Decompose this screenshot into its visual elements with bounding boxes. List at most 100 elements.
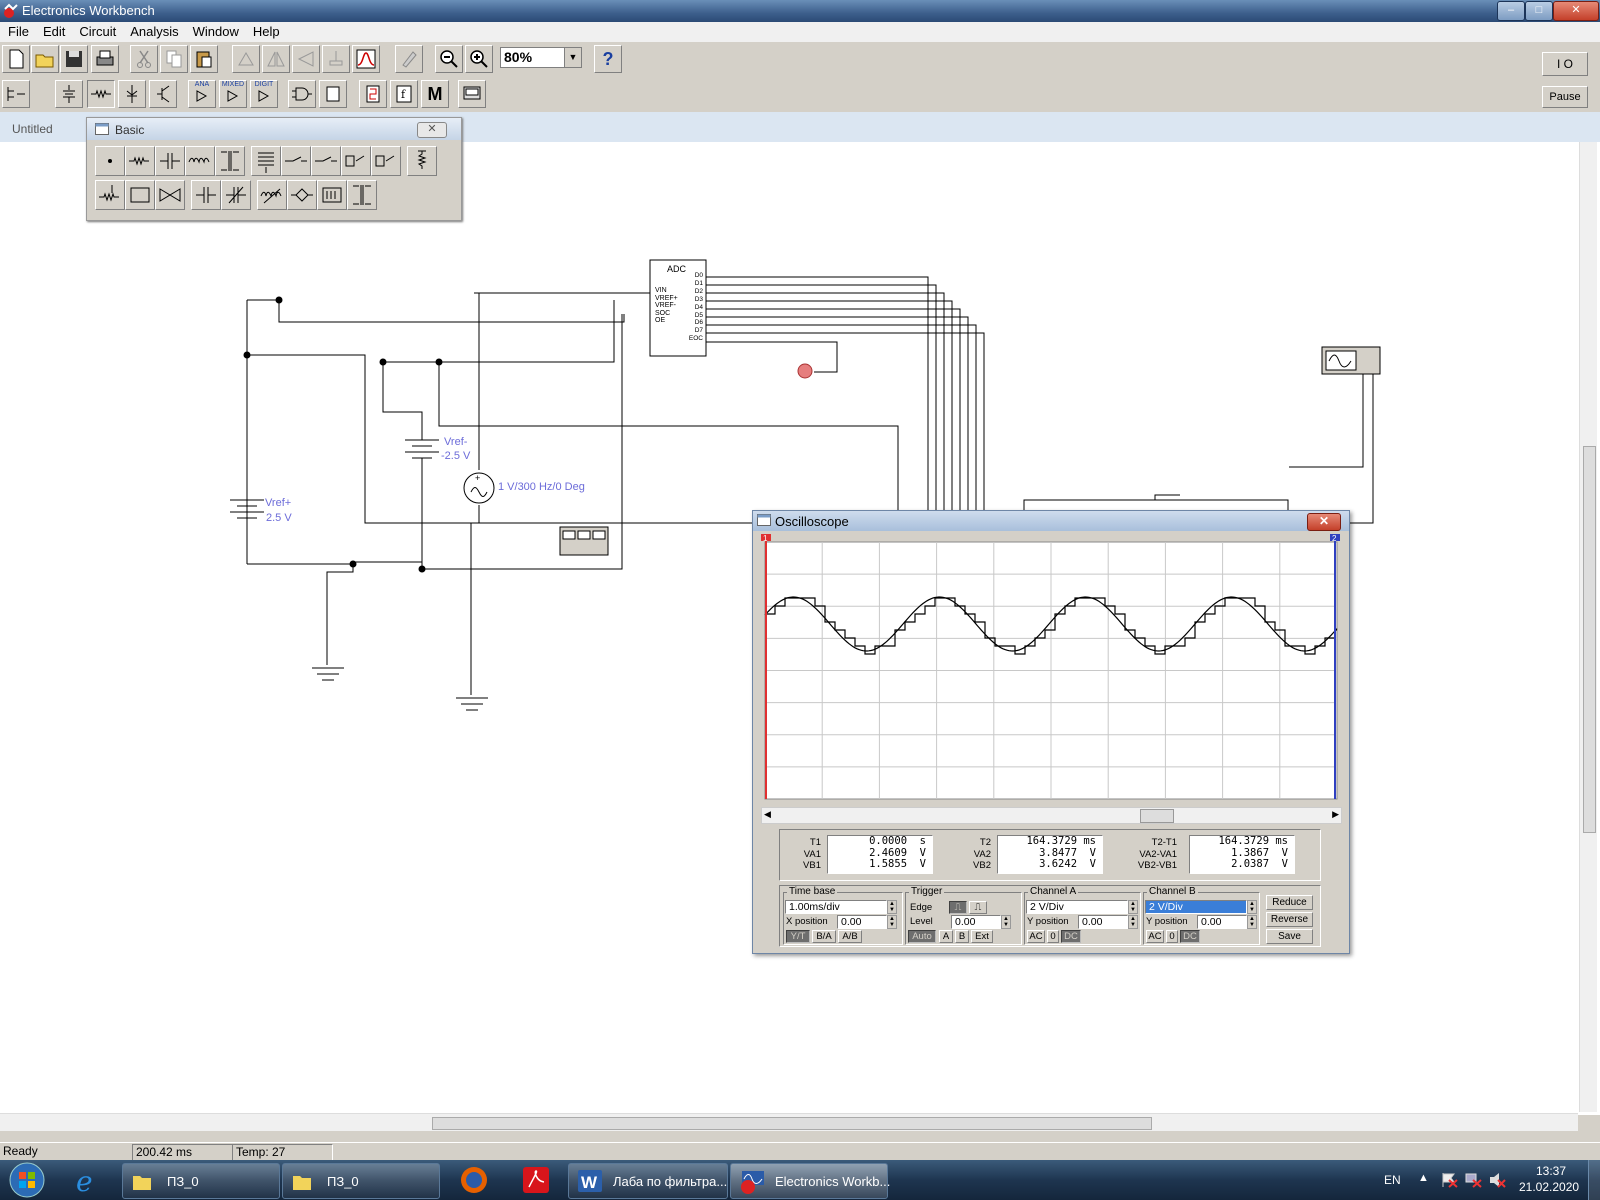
part-crystal[interactable]: [287, 180, 317, 210]
part-polarized-capacitor[interactable]: [191, 180, 221, 210]
workspace-vertical-scrollbar[interactable]: [1579, 142, 1597, 1112]
menu-help[interactable]: Help: [245, 22, 286, 39]
component-properties-button[interactable]: [322, 45, 350, 73]
copy-button[interactable]: [160, 45, 188, 73]
xposition-field[interactable]: 0.00: [837, 915, 887, 929]
minimize-button[interactable]: –: [1497, 1, 1525, 21]
part-inductor[interactable]: [185, 146, 215, 176]
mixed-ics-bin-button[interactable]: MIXED: [219, 80, 247, 108]
digital-ics-bin-button[interactable]: DIGIT: [250, 80, 278, 108]
palette-title-bar[interactable]: Basic ✕: [87, 118, 461, 140]
start-button[interactable]: [4, 1161, 50, 1199]
indicators-bin-button[interactable]: [359, 80, 387, 108]
channel-a-ypos-field[interactable]: 0.00: [1078, 915, 1128, 929]
transistors-bin-button[interactable]: [149, 80, 177, 108]
basic-bin-button[interactable]: [87, 80, 115, 108]
part-capacitor[interactable]: [155, 146, 185, 176]
flip-vertical-button[interactable]: [292, 45, 320, 73]
channel-b-ac-button[interactable]: AC: [1146, 930, 1164, 943]
xposition-spinner[interactable]: ▲ ▼: [887, 915, 897, 929]
channel-b-zero-button[interactable]: 0: [1166, 930, 1178, 943]
language-indicator[interactable]: EN: [1384, 1173, 1401, 1187]
sources-bin-button[interactable]: [55, 80, 83, 108]
channel-b-dc-button[interactable]: DC: [1180, 930, 1200, 943]
part-dc-motor[interactable]: [317, 180, 347, 210]
edge-rising-button[interactable]: ⎍: [949, 901, 967, 914]
mode-ab-button[interactable]: A/B: [838, 930, 862, 943]
part-switch[interactable]: [281, 146, 311, 176]
pause-button[interactable]: Pause: [1542, 86, 1588, 108]
level-field[interactable]: 0.00: [951, 915, 1001, 929]
level-spinner[interactable]: ▲ ▼: [1001, 915, 1011, 929]
cut-button[interactable]: [130, 45, 158, 73]
instruments-bin-button[interactable]: [458, 80, 486, 108]
menu-window[interactable]: Window: [185, 22, 245, 39]
menu-file[interactable]: File: [0, 22, 35, 39]
analog-ics-bin-button[interactable]: ANA: [188, 80, 216, 108]
channel-b-scale-spinner[interactable]: ▲ ▼: [1247, 900, 1257, 914]
miscellaneous-bin-button[interactable]: M: [421, 80, 449, 108]
digital-bin-button[interactable]: [319, 80, 347, 108]
oscilloscope-scrollbar[interactable]: ◀ ▶: [761, 807, 1342, 824]
horizontal-scroll-thumb[interactable]: [432, 1117, 1152, 1130]
reduce-button[interactable]: Reduce: [1266, 895, 1313, 910]
volume-muted-icon[interactable]: [1488, 1172, 1506, 1188]
document-tab[interactable]: Untitled: [12, 122, 53, 136]
zoom-select[interactable]: 80% ▼: [500, 47, 582, 68]
part-resistor[interactable]: [125, 146, 155, 176]
part-resistor-pack[interactable]: [125, 180, 155, 210]
part-nonlinear-transformer[interactable]: [347, 180, 377, 210]
open-button[interactable]: [31, 45, 59, 73]
clock-time[interactable]: 13:37: [1536, 1164, 1566, 1178]
action-center-flag-icon[interactable]: [1440, 1172, 1458, 1188]
firefox-icon[interactable]: [458, 1164, 490, 1196]
menu-circuit[interactable]: Circuit: [71, 22, 122, 39]
vertical-scroll-thumb[interactable]: [1583, 446, 1596, 833]
part-relay[interactable]: [251, 146, 281, 176]
save-button[interactable]: [60, 45, 88, 73]
timebase-spinner[interactable]: ▲ ▼: [887, 900, 897, 914]
power-switch[interactable]: I O: [1542, 52, 1588, 76]
favorites-bin-button[interactable]: [2, 80, 30, 108]
trigger-a-button[interactable]: A: [939, 930, 953, 943]
part-voltage-controlled-switch[interactable]: [155, 180, 185, 210]
oscilloscope-close-button[interactable]: ✕: [1307, 513, 1341, 531]
part-voltage-switch[interactable]: [341, 146, 371, 176]
oscilloscope-title-bar[interactable]: Oscilloscope ✕: [753, 511, 1349, 531]
rotate-button[interactable]: [232, 45, 260, 73]
taskbar-item-folder-2[interactable]: ПЗ_0: [282, 1163, 440, 1199]
close-button[interactable]: ✕: [1553, 1, 1599, 21]
workspace-horizontal-scrollbar[interactable]: [0, 1113, 1578, 1131]
display-graphs-button[interactable]: [352, 45, 380, 73]
edge-falling-button[interactable]: ⎍: [969, 901, 987, 914]
new-button[interactable]: [2, 45, 30, 73]
maximize-button[interactable]: □: [1525, 1, 1553, 21]
zoom-out-button[interactable]: [435, 45, 463, 73]
reverse-button[interactable]: Reverse: [1266, 912, 1313, 927]
part-pull-up-resistor[interactable]: [407, 146, 437, 176]
channel-a-scale-field[interactable]: 2 V/Div: [1026, 900, 1128, 914]
taskbar-item-folder-1[interactable]: ПЗ_0: [122, 1163, 280, 1199]
tray-expand-icon[interactable]: ▲: [1418, 1172, 1429, 1184]
scroll-thumb[interactable]: [1140, 809, 1174, 823]
show-desktop-button[interactable]: [1588, 1160, 1600, 1200]
channel-a-zero-button[interactable]: 0: [1047, 930, 1059, 943]
trigger-ext-button[interactable]: Ext: [971, 930, 993, 943]
channel-a-ac-button[interactable]: AC: [1027, 930, 1045, 943]
trigger-auto-button[interactable]: Auto: [908, 930, 936, 943]
channel-b-ypos-field[interactable]: 0.00: [1197, 915, 1247, 929]
help-button[interactable]: ?: [594, 45, 622, 73]
zoom-in-button[interactable]: [465, 45, 493, 73]
subcircuit-button[interactable]: [395, 45, 423, 73]
part-transformer[interactable]: [215, 146, 245, 176]
diodes-bin-button[interactable]: [118, 80, 146, 108]
channel-a-scale-spinner[interactable]: ▲ ▼: [1128, 900, 1138, 914]
channel-b-ypos-spinner[interactable]: ▲ ▼: [1247, 915, 1257, 929]
part-variable-inductor[interactable]: [257, 180, 287, 210]
part-connector[interactable]: [95, 146, 125, 176]
chevron-down-icon[interactable]: ▼: [564, 48, 581, 67]
scroll-right-icon[interactable]: ▶: [1332, 809, 1339, 820]
part-time-delay-switch[interactable]: [311, 146, 341, 176]
print-button[interactable]: [91, 45, 119, 73]
channel-a-dc-button[interactable]: DC: [1061, 930, 1081, 943]
